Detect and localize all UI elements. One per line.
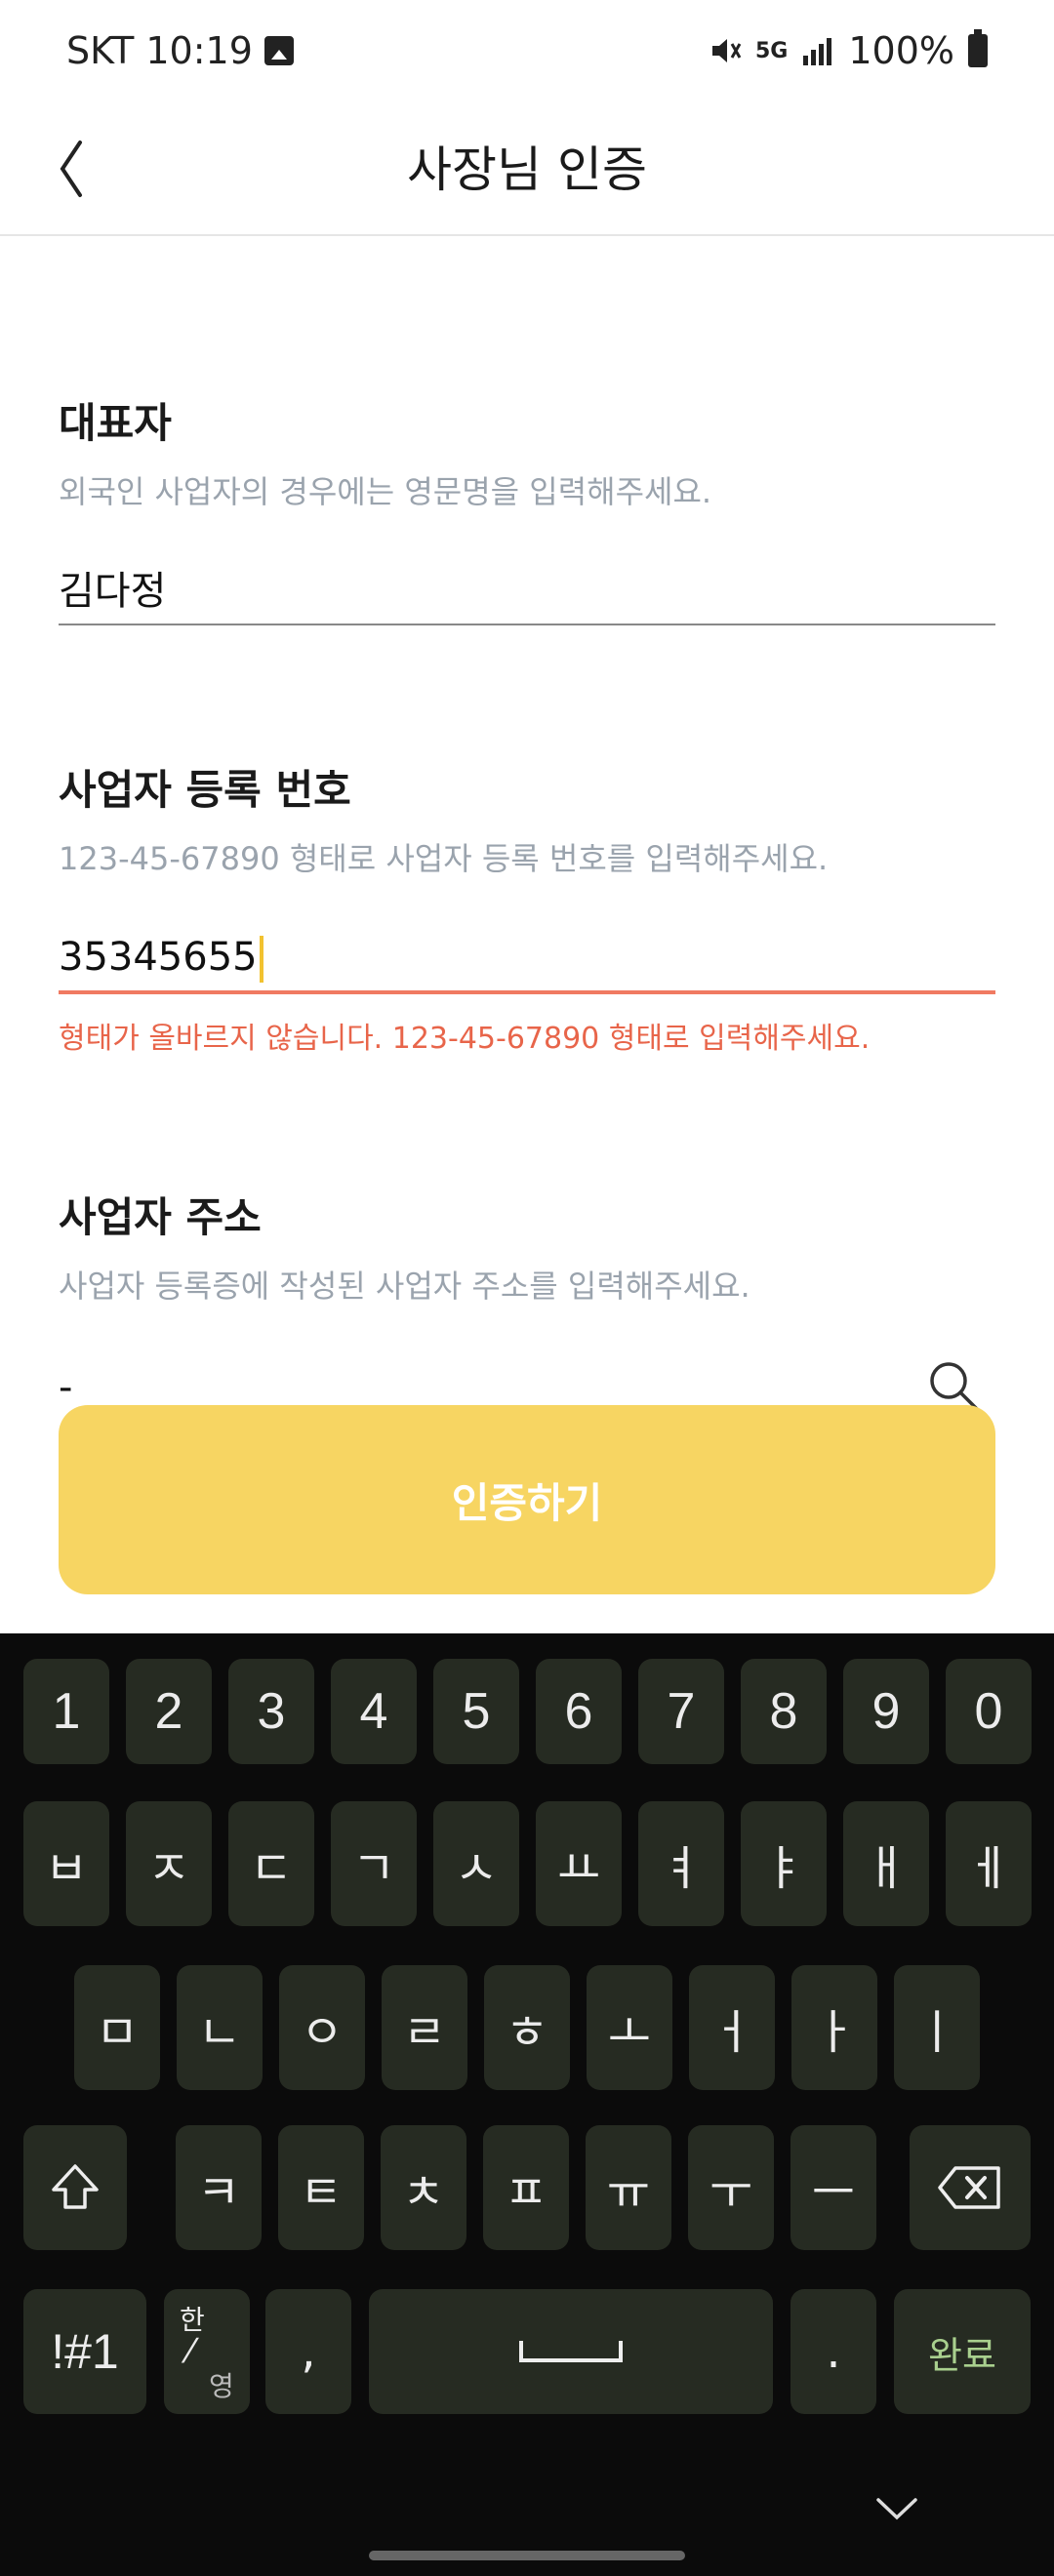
page-title: 사장님 인증 bbox=[407, 141, 647, 198]
consonant-vowel-key-8[interactable]: ㅑ bbox=[741, 1801, 827, 1926]
network-indicator: 5G bbox=[754, 38, 789, 63]
shift-icon bbox=[52, 2164, 99, 2209]
consonant-vowel-key-6[interactable]: ㅛ bbox=[536, 1801, 622, 1926]
consonant-vowel-bottom-key-6[interactable]: ㅜ bbox=[688, 2125, 774, 2250]
consonant-vowel-bottom-key-7[interactable]: ㅡ bbox=[790, 2125, 876, 2250]
language-switch-key[interactable]: 한 ⁄ 영 bbox=[164, 2289, 250, 2414]
consonant-vowel-key-7[interactable]: ㅕ bbox=[638, 1801, 724, 1926]
consonant-vowel-middle-key-3[interactable]: ㅇ bbox=[279, 1965, 365, 2090]
consonant-vowel-bottom-key-3[interactable]: ㅊ bbox=[381, 2125, 466, 2250]
verify-button[interactable]: 인증하기 bbox=[59, 1405, 995, 1594]
owner-help: 외국인 사업자의 경우에는 영문명을 입력해주세요. bbox=[59, 473, 712, 510]
number-key-9[interactable]: 9 bbox=[843, 1659, 929, 1764]
battery-percent: 100% bbox=[848, 29, 954, 72]
owner-name-value: 김다정 bbox=[59, 569, 167, 614]
gallery-notification-icon bbox=[264, 36, 294, 65]
consonant-vowel-middle-key-5[interactable]: ㅎ bbox=[484, 1965, 570, 2090]
period-key[interactable]: . bbox=[790, 2289, 876, 2414]
business-number-section: 사업자 등록 번호 123-45-67890 형태로 사업자 등록 번호를 입력… bbox=[59, 757, 995, 1057]
consonant-vowel-middle-key-2[interactable]: ㄴ bbox=[177, 1965, 263, 2090]
owner-section: 대표자 외국인 사업자의 경우에는 영문명을 입력해주세요. 김다정 bbox=[59, 390, 995, 625]
mute-icon bbox=[711, 39, 742, 62]
gesture-navigation-bar[interactable] bbox=[369, 2551, 685, 2560]
number-key-8[interactable]: 8 bbox=[741, 1659, 827, 1764]
carrier-time: SKT 10:19 bbox=[66, 29, 253, 72]
consonant-vowel-middle-key-9[interactable]: ㅣ bbox=[894, 1965, 980, 2090]
consonant-vowel-middle-key-7[interactable]: ㅓ bbox=[689, 1965, 775, 2090]
business-number-error: 형태가 올바르지 않습니다. 123-45-67890 형태로 입력해주세요. bbox=[59, 1022, 871, 1056]
app-header: 사장님 인증 bbox=[0, 107, 1054, 236]
number-key-1[interactable]: 1 bbox=[23, 1659, 109, 1764]
number-key-5[interactable]: 5 bbox=[433, 1659, 519, 1764]
space-key[interactable] bbox=[369, 2289, 773, 2414]
consonant-vowel-key-4[interactable]: ㄱ bbox=[331, 1801, 417, 1926]
keyboard: 1234567890 ㅂㅈㄷㄱㅅㅛㅕㅑㅐㅔ ㅁㄴㅇㄹㅎㅗㅓㅏㅣ ㅋㅌㅊㅍㅠㅜㅡ … bbox=[0, 1633, 1054, 2576]
consonant-vowel-bottom-key-4[interactable]: ㅍ bbox=[483, 2125, 569, 2250]
consonant-vowel-bottom-key-2[interactable]: ㅌ bbox=[278, 2125, 364, 2250]
number-key-10[interactable]: 0 bbox=[946, 1659, 1032, 1764]
business-number-field[interactable]: 35345655 bbox=[59, 918, 995, 994]
signal-icon bbox=[803, 38, 832, 65]
consonant-vowel-key-2[interactable]: ㅈ bbox=[126, 1801, 212, 1926]
comma-key[interactable]: , bbox=[265, 2289, 351, 2414]
consonant-vowel-bottom-key-1[interactable]: ㅋ bbox=[176, 2125, 262, 2250]
shift-key[interactable] bbox=[23, 2125, 127, 2250]
text-cursor bbox=[259, 936, 264, 983]
owner-label: 대표자 bbox=[59, 399, 172, 447]
number-key-3[interactable]: 3 bbox=[228, 1659, 314, 1764]
consonant-vowel-key-9[interactable]: ㅐ bbox=[843, 1801, 929, 1926]
backspace-icon bbox=[938, 2166, 1000, 2209]
lang-english: 영 bbox=[209, 2370, 234, 2402]
symbols-key[interactable]: !#1 bbox=[23, 2289, 146, 2414]
owner-name-field[interactable]: 김다정 bbox=[59, 551, 995, 625]
number-key-7[interactable]: 7 bbox=[638, 1659, 724, 1764]
address-help: 사업자 등록증에 작성된 사업자 주소를 입력해주세요. bbox=[59, 1268, 750, 1305]
business-number-value: 35345655 bbox=[59, 935, 258, 980]
address-label: 사업자 주소 bbox=[59, 1193, 262, 1241]
consonant-vowel-key-1[interactable]: ㅂ bbox=[23, 1801, 109, 1926]
number-key-2[interactable]: 2 bbox=[126, 1659, 212, 1764]
address-section: 사업자 주소 사업자 등록증에 작성된 사업자 주소를 입력해주세요. - bbox=[59, 1185, 995, 1418]
chevron-down-icon[interactable] bbox=[874, 2494, 919, 2523]
status-bar: SKT 10:19 5G 100% bbox=[0, 0, 1054, 107]
address-value: - bbox=[59, 1365, 73, 1410]
done-key[interactable]: 완료 bbox=[894, 2289, 1031, 2414]
consonant-vowel-middle-key-1[interactable]: ㅁ bbox=[74, 1965, 160, 2090]
consonant-vowel-middle-key-6[interactable]: ㅗ bbox=[587, 1965, 672, 2090]
consonant-vowel-key-5[interactable]: ㅅ bbox=[433, 1801, 519, 1926]
battery-icon bbox=[968, 29, 988, 67]
business-number-help: 123-45-67890 형태로 사업자 등록 번호를 입력해주세요. bbox=[59, 840, 829, 877]
consonant-vowel-middle-key-4[interactable]: ㄹ bbox=[382, 1965, 467, 2090]
consonant-vowel-key-10[interactable]: ㅔ bbox=[946, 1801, 1032, 1926]
backspace-key[interactable] bbox=[910, 2125, 1031, 2250]
number-key-6[interactable]: 6 bbox=[536, 1659, 622, 1764]
consonant-vowel-bottom-key-5[interactable]: ㅠ bbox=[586, 2125, 671, 2250]
number-key-4[interactable]: 4 bbox=[331, 1659, 417, 1764]
consonant-vowel-key-3[interactable]: ㄷ bbox=[228, 1801, 314, 1926]
business-number-label: 사업자 등록 번호 bbox=[59, 766, 351, 814]
consonant-vowel-middle-key-8[interactable]: ㅏ bbox=[791, 1965, 877, 2090]
space-icon bbox=[519, 2341, 623, 2362]
